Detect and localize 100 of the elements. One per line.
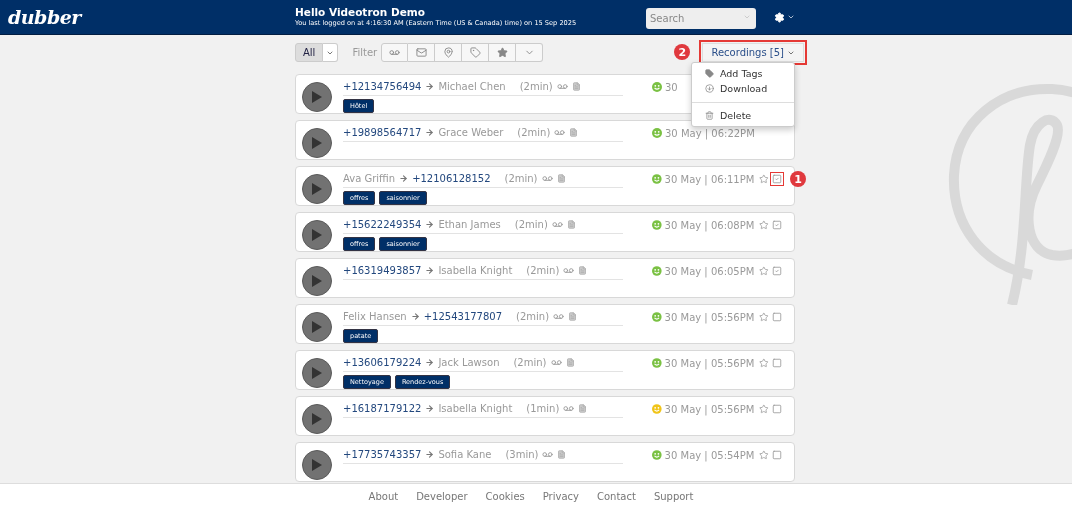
date-time: 30 May | 06:08PM [664,219,755,231]
star-icon[interactable] [759,312,769,322]
unchecked-icon [772,358,782,368]
duration: (2min) [519,81,553,92]
duration: (2min) [504,173,538,184]
footer-link[interactable]: Support [653,490,694,502]
caller[interactable]: +17735743357 [343,449,422,460]
play-button[interactable] [302,450,332,480]
star-icon[interactable] [759,404,769,414]
select-checkbox[interactable] [772,312,782,322]
arrow-icon [425,450,435,459]
callee: Isabella Knight [438,265,513,276]
duration: (1min) [526,403,560,414]
filter-button[interactable] [462,43,490,62]
footer-link[interactable]: About [368,490,399,502]
document-icon [557,450,567,459]
checked-icon [772,266,782,276]
star-icon[interactable] [759,220,769,230]
date-time: 30 May | 06:22PM [665,127,755,139]
play-icon [311,136,323,150]
filter-button[interactable] [516,43,544,62]
star-icon[interactable] [759,266,769,276]
settings-icon [774,11,785,23]
callee[interactable]: +12106128152 [412,173,491,184]
filter-label: Filter [352,47,378,58]
callee: Grace Weber [438,127,504,138]
caller[interactable]: +16319493857 [343,265,422,276]
play-button[interactable] [302,404,332,434]
filter-button[interactable] [489,43,517,62]
callee[interactable]: +12543177807 [423,311,503,322]
arrow-icon [399,174,409,183]
voicemail-icon [551,219,563,230]
play-button[interactable] [302,128,332,158]
star-icon [496,47,508,58]
date-time: 30 May | 05:54PM [664,449,755,461]
filter-button[interactable] [408,43,436,62]
duration: (3min) [505,449,539,460]
voicemail-icon [541,173,553,184]
logo[interactable]: dubber [0,6,295,28]
play-icon [311,366,323,380]
play-button[interactable] [302,174,332,204]
checked-icon [772,174,782,184]
play-icon [311,458,323,472]
caller[interactable]: +12134756494 [343,81,422,92]
select-checkbox[interactable] [772,404,782,414]
caller[interactable]: +16187179122 [343,403,422,414]
footer-link[interactable]: Privacy [542,490,579,502]
search-field[interactable]: Search [646,7,756,29]
caller[interactable]: +15622249354 [343,219,422,230]
date-time: 30 May | 06:11PM [664,173,755,185]
caller[interactable]: +13606179224 [343,357,422,368]
play-icon [311,274,323,288]
tag-icon [705,69,714,78]
play-icon [311,182,323,196]
menu-item[interactable]: Download [692,81,794,96]
star-icon[interactable] [759,358,769,368]
filter-button[interactable] [381,43,409,62]
select-checkbox[interactable] [772,266,782,276]
dropdown-button[interactable] [323,43,339,62]
caller: Felix Hansen [343,311,407,322]
download-icon [705,84,714,93]
menu-item[interactable]: Add Tags [692,66,794,81]
arrow-icon [425,82,435,91]
date-time: 30 May | 05:56PM [664,357,755,369]
callee: Ethan James [438,219,501,230]
duration: (2min) [513,357,547,368]
callout-badge: 2 [674,44,691,60]
unchecked-icon [772,312,782,322]
all-button[interactable]: All [295,43,324,62]
star-icon[interactable] [759,174,769,184]
document-icon [578,266,588,275]
date-time: 30 [665,81,678,93]
caller: Ava Griffin [343,173,396,184]
play-button[interactable] [302,82,332,112]
select-checkbox[interactable] [772,450,782,460]
menu-item[interactable]: Delete [692,108,794,123]
date-time: 30 May | 05:56PM [664,403,755,415]
arrow-icon [425,128,435,137]
recordings-button[interactable]: Recordings [5] [702,43,804,62]
play-button[interactable] [302,266,332,296]
play-button[interactable] [302,312,332,342]
footer-link[interactable]: Contact [596,490,636,502]
filter-button[interactable] [435,43,463,62]
voicemail-icon [563,265,575,276]
greeting: Hello Videotron Demo [295,6,426,19]
arrow-icon [425,266,435,275]
voicemail-icon [556,81,568,92]
footer-link[interactable]: Developer [416,490,468,502]
play-button[interactable] [302,220,332,250]
trash-icon [705,111,714,120]
callee: Sofia Kane [438,449,492,460]
select-checkbox[interactable] [772,220,782,230]
footer-link[interactable]: Cookies [485,490,525,502]
caller[interactable]: +19898564717 [343,127,422,138]
star-icon[interactable] [759,450,769,460]
caret-icon [787,13,795,21]
document-icon [569,128,579,137]
select-checkbox[interactable] [772,358,782,368]
play-button[interactable] [302,358,332,388]
callee: Michael Chen [438,81,506,92]
